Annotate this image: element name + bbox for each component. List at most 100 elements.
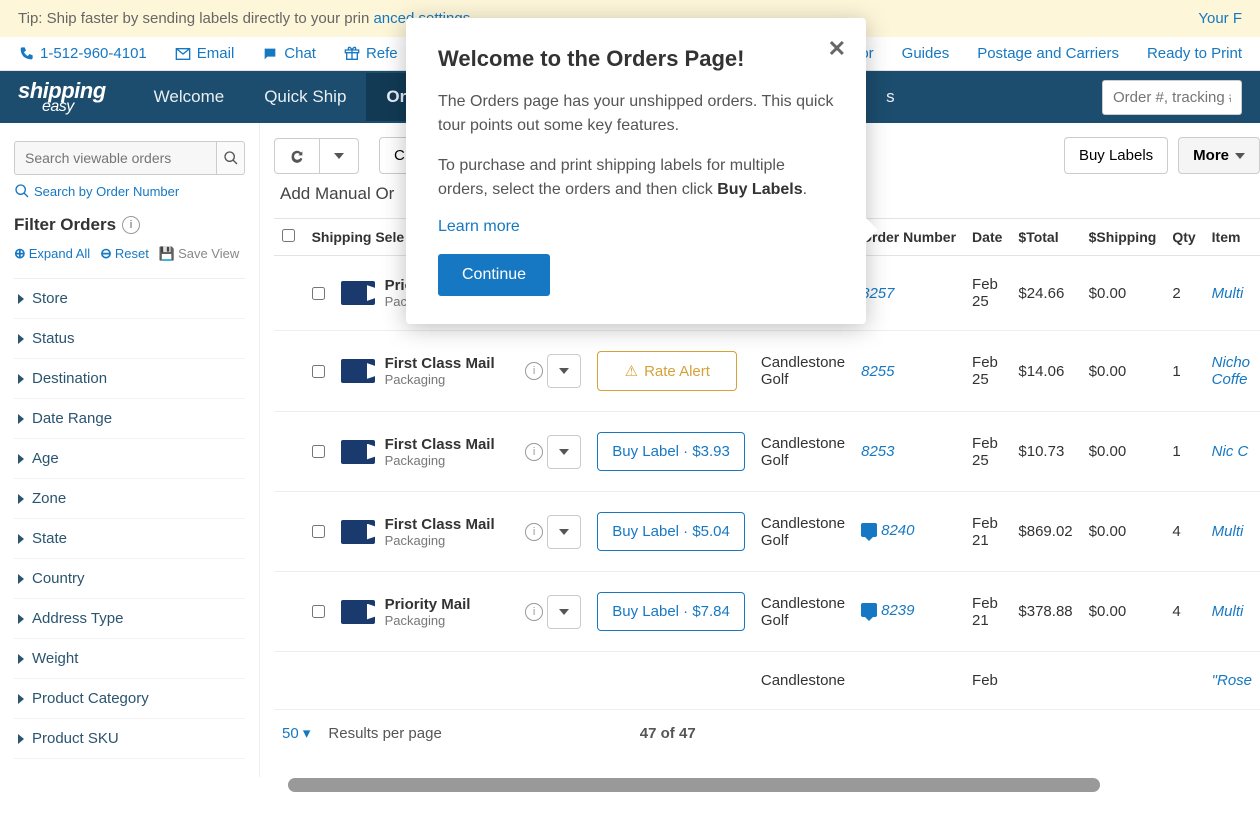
reset-link[interactable]: ⊖Reset (100, 245, 149, 262)
global-search-input[interactable] (1102, 80, 1242, 115)
table-row: First Class MailPackagingi Buy Label · $… (274, 492, 1260, 572)
ready-link[interactable]: Ready to Print (1147, 45, 1242, 62)
caret-right-icon (18, 534, 24, 544)
filter-item-product-sku[interactable]: Product SKU (14, 719, 245, 759)
filter-item-zone[interactable]: Zone (14, 479, 245, 519)
guides-link[interactable]: Guides (902, 45, 950, 62)
filter-item-address-type[interactable]: Address Type (14, 599, 245, 639)
buy-label-button[interactable]: Buy Label · $5.04 (597, 512, 745, 551)
item-link[interactable]: Nicho Coffe (1212, 354, 1250, 388)
search-orders-button[interactable] (217, 141, 245, 175)
logo[interactable]: shipping easy (18, 78, 106, 116)
learn-more-link[interactable]: Learn more (438, 218, 520, 236)
phone-icon (18, 46, 34, 62)
more-button[interactable]: More (1178, 137, 1260, 174)
caret-right-icon (18, 734, 24, 744)
ship-service: First Class Mail (385, 516, 495, 533)
caret-right-icon (18, 374, 24, 384)
info-icon[interactable]: i (525, 603, 543, 621)
store-cell: Candlestone (753, 652, 853, 710)
pager: 50 ▾ Results per page 47 of 47 (274, 710, 1260, 756)
row-checkbox[interactable] (312, 525, 325, 538)
chat-link[interactable]: Chat (262, 45, 316, 62)
total-cell (1010, 652, 1080, 710)
row-expand-button[interactable] (547, 515, 581, 549)
item-link[interactable]: Multi (1212, 285, 1244, 302)
info-icon[interactable]: i (525, 362, 543, 380)
horizontal-scrollbar[interactable] (288, 778, 1100, 792)
filter-item-country[interactable]: Country (14, 559, 245, 599)
caret-right-icon (18, 454, 24, 464)
phone-link[interactable]: 1-512-960-4101 (18, 45, 147, 62)
buy-labels-button[interactable]: Buy Labels (1064, 137, 1168, 174)
search-by-order-link[interactable]: Search by Order Number (14, 183, 179, 199)
postage-link[interactable]: Postage and Carriers (977, 45, 1119, 62)
caret-right-icon (18, 294, 24, 304)
expand-all-link[interactable]: ⊕Expand All (14, 245, 90, 262)
note-icon[interactable] (861, 523, 877, 537)
order-number-link[interactable]: 8257 (861, 285, 894, 302)
th-date[interactable]: Date (964, 219, 1010, 256)
order-number-link[interactable]: 8255 (861, 363, 894, 380)
info-icon[interactable]: i (122, 216, 140, 234)
chevron-down-icon (1235, 153, 1245, 159)
order-number-link[interactable]: 8240 (861, 522, 914, 539)
row-checkbox[interactable] (312, 445, 325, 458)
row-checkbox[interactable] (312, 365, 325, 378)
tip-right-link[interactable]: Your F (1198, 10, 1242, 27)
shipping-cell: $0.00 (1081, 572, 1165, 652)
nav-s[interactable]: s (866, 73, 915, 121)
global-search (1102, 80, 1242, 115)
th-shipping-cost[interactable]: $Shipping (1081, 219, 1165, 256)
per-page-select[interactable]: 50 ▾ (282, 724, 310, 742)
tip-text: Tip: Ship faster by sending labels direc… (18, 10, 369, 27)
filter-item-age[interactable]: Age (14, 439, 245, 479)
select-all-checkbox[interactable] (282, 229, 295, 242)
date-cell: Feb 25 (964, 331, 1010, 412)
item-link[interactable]: Multi (1212, 523, 1244, 540)
refer-link[interactable]: Refe (344, 45, 398, 62)
th-total[interactable]: $Total (1010, 219, 1080, 256)
row-checkbox[interactable] (312, 605, 325, 618)
row-expand-button[interactable] (547, 435, 581, 469)
info-icon[interactable]: i (525, 443, 543, 461)
item-link[interactable]: Multi (1212, 603, 1244, 620)
buy-label-button[interactable]: Buy Label · $3.93 (597, 432, 745, 471)
th-item[interactable]: Item (1204, 219, 1260, 256)
save-view-link[interactable]: 💾Save View (159, 245, 239, 262)
qty-cell: 2 (1164, 256, 1203, 331)
filter-item-product-category[interactable]: Product Category (14, 679, 245, 719)
row-expand-button[interactable] (547, 595, 581, 629)
date-cell: Feb 25 (964, 412, 1010, 492)
row-checkbox[interactable] (312, 287, 325, 300)
item-link[interactable]: "Rose (1212, 672, 1252, 689)
item-link[interactable]: Nic C (1212, 443, 1249, 460)
carrier-icon (341, 359, 375, 383)
th-qty[interactable]: Qty (1164, 219, 1203, 256)
filter-item-weight[interactable]: Weight (14, 639, 245, 679)
carrier-icon (341, 440, 375, 464)
refresh-dropdown[interactable] (320, 138, 359, 174)
rate-alert-button[interactable]: ⚠Rate Alert (597, 351, 737, 391)
close-icon[interactable]: ✕ (828, 36, 846, 62)
gift-icon (344, 46, 360, 62)
row-expand-button[interactable] (547, 354, 581, 388)
filter-item-store[interactable]: Store (14, 279, 245, 319)
nav-quickship[interactable]: Quick Ship (244, 73, 366, 121)
filter-item-date-range[interactable]: Date Range (14, 399, 245, 439)
buy-label-button[interactable]: Buy Label · $7.84 (597, 592, 745, 631)
shipping-cell: $0.00 (1081, 412, 1165, 492)
nav-welcome[interactable]: Welcome (134, 73, 245, 121)
order-number-link[interactable]: 8239 (861, 602, 914, 619)
filter-item-destination[interactable]: Destination (14, 359, 245, 399)
order-number-link[interactable]: 8253 (861, 443, 894, 460)
note-icon[interactable] (861, 603, 877, 617)
email-link[interactable]: Email (175, 45, 235, 62)
continue-button[interactable]: Continue (438, 254, 550, 296)
table-row: CandlestoneFeb"Rose (274, 652, 1260, 710)
filter-item-status[interactable]: Status (14, 319, 245, 359)
refresh-button[interactable] (274, 138, 320, 174)
filter-item-state[interactable]: State (14, 519, 245, 559)
search-orders-input[interactable] (14, 141, 217, 175)
info-icon[interactable]: i (525, 523, 543, 541)
